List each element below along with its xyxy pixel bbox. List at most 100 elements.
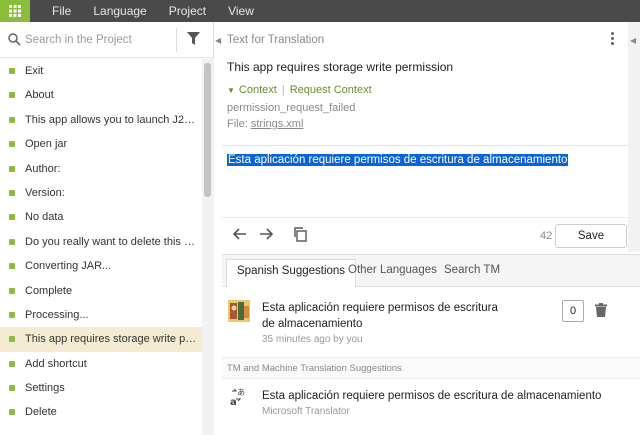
list-item[interactable]: Converting JAR... [0,254,202,278]
list-item-label: Complete [25,284,73,297]
status-dot [9,214,15,221]
menu-file[interactable]: File [52,4,71,18]
list-item-selected[interactable]: This app requires storage write permi... [0,327,202,352]
suggestion-text[interactable]: Esta aplicación requiere permisos de esc… [262,300,512,332]
tab-other-languages[interactable]: Other Languages [348,264,437,276]
apps-menu-button[interactable] [0,0,30,22]
menu-project[interactable]: Project [169,4,206,18]
panel-splitter[interactable]: ◀ [214,22,222,435]
status-dot [9,141,15,148]
list-item-label: Do you really want to delete this app? [25,235,197,248]
expand-triangle-icon[interactable]: ▼ [227,86,235,95]
status-dot [9,189,15,196]
list-item-label: Version: [25,186,65,199]
status-dot [9,336,15,343]
status-dot [9,360,15,367]
tab-spanish-suggestions[interactable]: Spanish Suggestions [226,259,357,288]
file-label: File: [227,118,248,130]
tab-search-tm[interactable]: Search TM [444,264,500,276]
strings-list: Exit About This app allows you to launch… [0,59,202,425]
editor-toolbar: 42 / 64 Save [222,218,640,254]
list-item-label: Processing... [25,308,89,321]
list-item-label: Converting JAR... [25,260,112,273]
list-item[interactable]: Settings [0,376,202,400]
list-item[interactable]: Version: [0,181,202,205]
source-string: This app requires storage write permissi… [227,60,454,74]
arrow-right-icon[interactable] [258,226,274,242]
context-link[interactable]: Context [239,84,277,96]
status-dot [9,116,15,123]
translate-icon: あ a [230,388,245,407]
user-avatar [228,300,250,322]
list-item[interactable]: Exit [0,59,202,83]
list-item[interactable]: Delete [0,400,202,424]
search-icon [8,33,21,46]
file-info: File: strings.xml [227,118,303,130]
arrow-left-icon[interactable] [232,226,248,242]
save-button[interactable]: Save [555,224,627,248]
status-dot [9,165,15,172]
status-dot [9,92,15,99]
list-item-label: Add shortcut [25,357,87,370]
list-item-label: Open jar [25,138,68,151]
menu-view[interactable]: View [228,4,254,18]
project-search: Search in the Project [0,22,213,58]
grid-icon [9,5,21,17]
top-menu-bar: File Language Project View [0,0,640,22]
copy-source-icon[interactable] [292,226,308,242]
svg-text:a: a [230,397,237,407]
menu-language[interactable]: Language [93,4,146,18]
request-context-link[interactable]: Request Context [290,84,372,96]
search-divider [176,28,177,52]
strings-panel: Search in the Project Exit About This ap… [0,22,214,435]
list-item[interactable]: Add shortcut [0,352,202,376]
svg-text:あ: あ [237,388,245,397]
status-dot [9,311,15,318]
filter-icon[interactable] [187,32,200,46]
more-options-icon[interactable] [606,32,618,48]
panel-title: Text for Translation [227,34,325,46]
list-item[interactable]: Do you really want to delete this app? [0,230,202,254]
machine-translation-source: Microsoft Translator [262,406,350,417]
list-item[interactable]: Author: [0,157,202,181]
tm-section-header: TM and Machine Translation Suggestions [222,357,640,379]
translation-text: Esta aplicación requiere permisos de esc… [227,154,569,166]
list-item-label: This app allows you to launch J2ME ap... [25,113,197,126]
editor-panel: Text for Translation ◀ This app requires… [222,22,640,435]
status-dot [9,287,15,294]
status-dot [9,68,15,74]
search-input[interactable]: Search in the Project [25,34,132,46]
list-item[interactable]: No data [0,205,202,229]
file-link[interactable]: strings.xml [251,118,304,130]
list-item-label: Settings [25,382,65,395]
list-item[interactable]: This app allows you to launch J2ME ap... [0,108,202,132]
trash-icon[interactable] [595,303,607,317]
collapse-right-icon[interactable]: ◀ [630,36,636,45]
status-dot [9,263,15,270]
string-key: permission_request_failed [227,102,356,114]
suggestion-tabs: Spanish Suggestions Other Languages Sear… [222,255,640,288]
suggestion-meta: 35 minutes ago by you [262,334,363,345]
context-links: ▼ Context | Request Context [227,84,372,96]
list-item-label: Exit [25,65,44,77]
status-dot [9,238,15,245]
list-item[interactable]: About [0,83,202,107]
separator: | [281,84,285,96]
list-item-label: No data [25,211,64,224]
list-item[interactable]: Open jar [0,132,202,156]
list-scrollbar-thumb[interactable] [204,63,211,197]
vote-count: 0 [562,300,584,322]
collapse-left-icon[interactable]: ◀ [215,36,221,45]
divider [222,145,628,146]
translation-editor[interactable]: Esta aplicación requiere permisos de esc… [227,154,569,166]
list-item-label: Delete [25,406,57,419]
list-item-label: Author: [25,162,61,175]
status-dot [9,385,15,392]
list-item-label: About [25,89,54,102]
list-item-label: This app requires storage write permi... [25,333,197,346]
list-item[interactable]: Complete [0,279,202,303]
tm-section-title: TM and Machine Translation Suggestions [227,363,402,374]
status-dot [9,409,15,416]
list-item[interactable]: Processing... [0,303,202,327]
machine-translation-text[interactable]: Esta aplicación requiere permisos de esc… [262,390,601,402]
